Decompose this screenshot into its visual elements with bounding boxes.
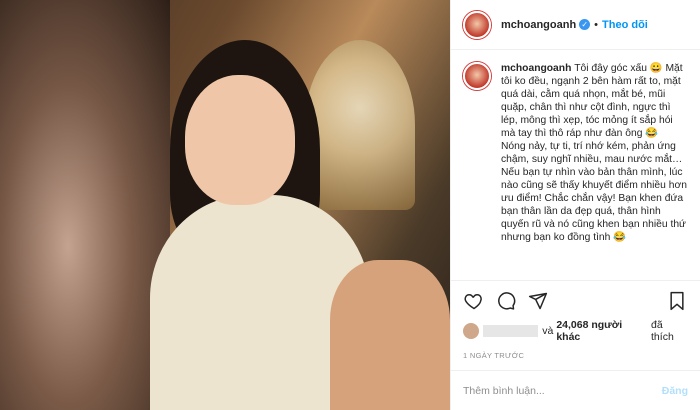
photo-foreground-blur	[0, 0, 170, 410]
likes-and: và	[542, 325, 554, 337]
post-header: mchoangoanh ✓ • Theo dõi	[451, 0, 700, 50]
post-view: mchoangoanh ✓ • Theo dõi mchoangoanh Tôi…	[0, 0, 700, 410]
post-photo[interactable]	[0, 0, 450, 410]
comment-icon[interactable]	[495, 290, 517, 312]
post-comment-button[interactable]: Đăng	[662, 385, 688, 397]
separator-dot: •	[594, 18, 599, 31]
header-username[interactable]: mchoangoanh	[501, 19, 576, 31]
caption-text: mchoangoanh Tôi đây góc xấu 😀 Mặt tôi ko…	[501, 62, 688, 274]
liker-name-redacted	[482, 325, 539, 337]
likes-count[interactable]: 24,068 người khác	[556, 319, 648, 343]
comment-box: Đăng	[451, 370, 700, 410]
bookmark-icon[interactable]	[666, 290, 688, 312]
caption-area: mchoangoanh Tôi đây góc xấu 😀 Mặt tôi ko…	[451, 50, 700, 280]
caption-avatar[interactable]	[463, 62, 491, 90]
post-timestamp[interactable]: 1 NGÀY TRƯỚC	[463, 351, 688, 360]
photo-face	[185, 75, 295, 205]
photo-mirror-light	[305, 40, 415, 210]
follow-button[interactable]: Theo dõi	[602, 19, 648, 31]
action-icons	[463, 287, 688, 315]
heart-icon[interactable]	[463, 290, 485, 312]
comment-input[interactable]	[463, 384, 662, 397]
likes-liked: đã thích	[651, 319, 674, 343]
caption-body-2: Nóng nảy, tự ti, trí nhớ kém, phản ứng c…	[501, 141, 687, 243]
verified-badge-icon: ✓	[579, 19, 591, 30]
avatar[interactable]	[463, 10, 491, 39]
post-actions: và 24,068 người khác đã thích 1 NGÀY TRƯ…	[451, 280, 700, 360]
photo-background-person	[330, 260, 450, 410]
liker-avatar[interactable]	[463, 323, 479, 339]
caption-username[interactable]: mchoangoanh	[501, 63, 571, 74]
caption-body: Tôi đây góc xấu 😀 Mặt tôi ko đều, ngạnh …	[501, 63, 683, 139]
likes-row: và 24,068 người khác đã thích	[463, 319, 688, 343]
post-sidebar: mchoangoanh ✓ • Theo dõi mchoangoanh Tôi…	[450, 0, 700, 410]
share-icon[interactable]	[527, 290, 549, 312]
